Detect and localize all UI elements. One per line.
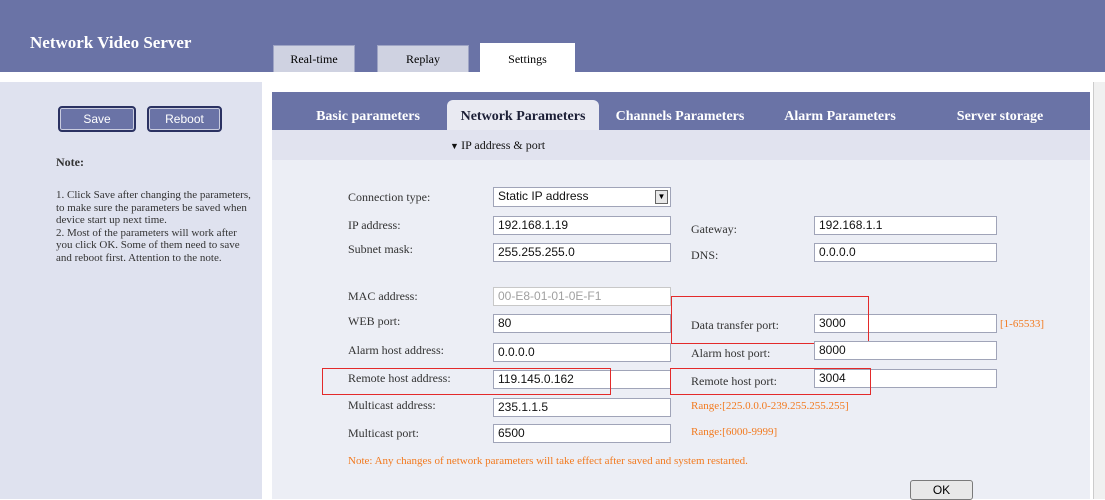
multicast-address-range-hint: Range:[225.0.0.0-239.255.255.255]: [691, 400, 849, 412]
triangle-down-icon: ▼: [450, 141, 462, 151]
gateway-label: Gateway:: [691, 222, 737, 236]
subtab-basic-parameters[interactable]: Basic parameters: [298, 100, 438, 130]
highlight-box: [322, 368, 611, 395]
section-title[interactable]: ▼ IP address & port: [450, 138, 545, 153]
dns-label: DNS:: [691, 248, 719, 262]
subnet-mask-field[interactable]: 255.255.255.0: [493, 243, 671, 262]
web-port-field[interactable]: 80: [493, 314, 671, 333]
note-title: Note:: [56, 155, 84, 169]
connection-type-label: Connection type:: [348, 190, 431, 204]
alarm-host-address-label: Alarm host address:: [348, 343, 444, 357]
ip-address-field[interactable]: 192.168.1.19: [493, 216, 671, 235]
multicast-port-label: Multicast port:: [348, 426, 419, 440]
subtab-network-parameters[interactable]: Network Parameters: [447, 100, 599, 130]
sidebar: [0, 82, 262, 499]
subtab-alarm-parameters[interactable]: Alarm Parameters: [770, 100, 910, 130]
mac-address-field: 00-E8-01-01-0E-F1: [493, 287, 671, 306]
tab-settings[interactable]: Settings: [480, 43, 575, 72]
multicast-port-field[interactable]: 6500: [493, 424, 671, 443]
note-item-2: 2. Most of the parameters will work afte…: [56, 226, 240, 264]
section-header[interactable]: [272, 130, 1090, 160]
tab-replay[interactable]: Replay: [377, 45, 469, 72]
multicast-address-label: Multicast address:: [348, 398, 436, 412]
highlight-box: [670, 368, 871, 395]
subnet-mask-label: Subnet mask:: [348, 242, 413, 256]
tab-real-time[interactable]: Real-time: [273, 45, 355, 72]
alarm-host-port-label: Alarm host port:: [691, 346, 771, 360]
gateway-field[interactable]: 192.168.1.1: [814, 216, 997, 235]
multicast-address-field[interactable]: 235.1.1.5: [493, 398, 671, 417]
reboot-button[interactable]: Reboot: [147, 106, 222, 132]
ip-address-label: IP address:: [348, 218, 401, 232]
note-item-1: 1. Click Save after changing the paramet…: [56, 189, 251, 226]
data-port-range-hint: [1-65533]: [1000, 318, 1044, 330]
web-port-label: WEB port:: [348, 314, 401, 328]
save-button[interactable]: Save: [58, 106, 136, 132]
section-label: IP address & port: [461, 138, 546, 152]
alarm-host-address-field[interactable]: 0.0.0.0: [493, 343, 671, 362]
multicast-port-range-hint: Range:[6000-9999]: [691, 426, 778, 438]
app-title: Network Video Server: [30, 33, 192, 52]
chevron-down-icon[interactable]: ▼: [655, 190, 668, 204]
dns-field[interactable]: 0.0.0.0: [814, 243, 997, 262]
mac-address-label: MAC address:: [348, 289, 418, 303]
subtab-channels-parameters[interactable]: Channels Parameters: [604, 100, 756, 130]
note-body: 1. Click Save after changing the paramet…: [56, 189, 256, 264]
subtab-server-storage[interactable]: Server storage: [935, 100, 1065, 130]
ok-button[interactable]: OK: [910, 480, 973, 500]
connection-type-select[interactable]: Static IP address ▼: [493, 187, 671, 207]
network-note: Note: Any changes of network parameters …: [348, 455, 748, 467]
connection-type-value: Static IP address: [498, 189, 589, 203]
highlight-box: [671, 296, 869, 344]
alarm-host-port-field[interactable]: 8000: [814, 341, 997, 360]
scrollbar[interactable]: [1093, 82, 1105, 499]
